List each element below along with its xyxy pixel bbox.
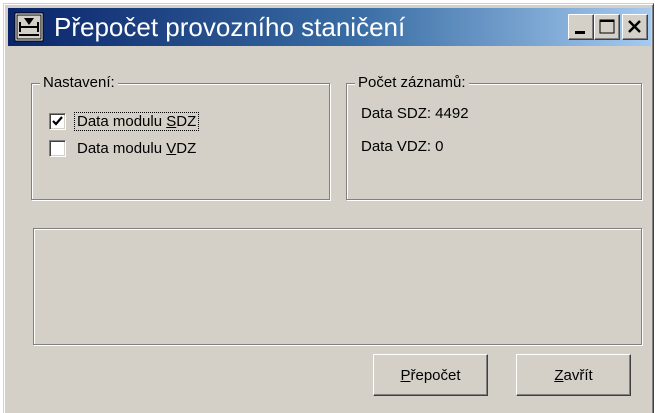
record-count-legend: Počet záznamů: <box>355 74 469 91</box>
close-button-label: Zavřít <box>554 366 593 384</box>
vdz-label: Data modulu VDZ <box>77 139 197 157</box>
record-count-group: Počet záznamů: Data SDZ: 4492 Data VDZ: … <box>346 74 642 200</box>
sdz-checkbox[interactable] <box>49 112 66 130</box>
close-icon <box>628 20 641 33</box>
dialog-window: Přepočet provozního staničení Nastavení: <box>3 3 654 413</box>
window-title: Přepočet provozního staničení <box>54 12 406 42</box>
vdz-count: Data VDZ: 0 <box>361 138 444 155</box>
title-bar[interactable]: Přepočet provozního staničení <box>8 8 651 46</box>
vdz-checkbox[interactable] <box>49 139 66 157</box>
recalculate-button-label: Přepočet <box>400 366 461 384</box>
app-icon <box>14 12 44 42</box>
maximize-button[interactable] <box>594 14 620 40</box>
sdz-label: Data modulu SDZ <box>73 111 200 131</box>
minimize-button[interactable] <box>568 14 594 40</box>
close-window-button[interactable] <box>622 14 648 40</box>
checkmark-icon <box>52 115 63 126</box>
recalculate-button[interactable]: Přepočet <box>373 354 488 396</box>
progress-panel <box>33 228 642 345</box>
sdz-count: Data SDZ: 4492 <box>361 105 469 122</box>
vdz-option[interactable]: Data modulu VDZ <box>49 138 198 158</box>
settings-group: Nastavení: Data modulu SDZ Data modulu V… <box>31 74 330 200</box>
settings-legend: Nastavení: <box>40 74 118 91</box>
maximize-icon <box>599 19 615 34</box>
sdz-option[interactable]: Data modulu SDZ <box>49 111 200 131</box>
close-button[interactable]: Zavřít <box>516 354 631 396</box>
minimize-icon <box>575 31 585 34</box>
